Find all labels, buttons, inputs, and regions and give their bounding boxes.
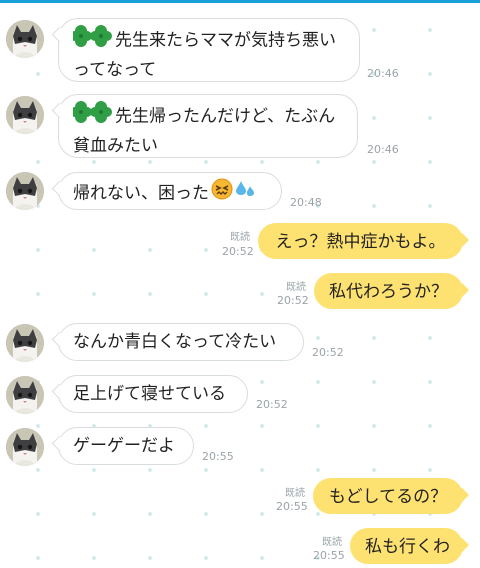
message-text: 帰れない、困った bbox=[73, 183, 209, 204]
message-time: 20:55 bbox=[313, 549, 345, 562]
message-text: 私も行くわ bbox=[365, 537, 450, 557]
read-receipt: 既読 bbox=[285, 488, 305, 499]
message-time: 20:48 bbox=[290, 196, 322, 209]
message-time: 20:46 bbox=[367, 67, 399, 80]
cat-photo-icon bbox=[6, 20, 44, 58]
four-leaf-clover-icon bbox=[70, 100, 113, 133]
message-time: 20:46 bbox=[367, 143, 399, 156]
read-receipt: 既読 bbox=[286, 282, 306, 293]
message-time: 20:52 bbox=[222, 245, 254, 258]
sweat-droplets-icon bbox=[235, 178, 255, 209]
read-receipt: 既読 bbox=[322, 537, 342, 548]
read-receipt: 既読 bbox=[230, 232, 250, 243]
avatar[interactable] bbox=[6, 376, 44, 414]
message-bubble-4[interactable]: えっ？熱中症かもよ。 bbox=[258, 223, 463, 259]
message-text: もどしてるの？ bbox=[328, 487, 448, 507]
avatar[interactable] bbox=[6, 172, 44, 210]
message-bubble-6[interactable]: なんか青白くなって冷たい bbox=[58, 323, 304, 361]
message-text: 私代わろうか？ bbox=[329, 282, 448, 302]
message-text: ってなって bbox=[73, 60, 157, 80]
message-text: ゲーゲーだよ bbox=[73, 436, 175, 456]
message-text: 先生帰ったんだけど、たぶん bbox=[115, 106, 336, 127]
top-accent-bar bbox=[0, 0, 480, 3]
cat-photo-icon bbox=[6, 172, 44, 210]
message-time: 20:52 bbox=[277, 294, 309, 307]
message-bubble-10[interactable]: 私も行くわ bbox=[350, 528, 463, 564]
message-bubble-5[interactable]: 私代わろうか？ bbox=[314, 273, 463, 309]
message-time: 20:52 bbox=[312, 346, 344, 359]
avatar[interactable] bbox=[6, 96, 44, 134]
message-text: 先生来たらママが気持ち悪い bbox=[115, 30, 336, 51]
cat-photo-icon bbox=[6, 96, 44, 134]
message-text: えっ？熱中症かもよ。 bbox=[275, 232, 446, 252]
message-bubble-8[interactable]: ゲーゲーだよ bbox=[58, 427, 194, 465]
four-leaf-clover-icon bbox=[70, 24, 113, 57]
cat-photo-icon bbox=[6, 428, 44, 466]
cat-photo-icon bbox=[6, 376, 44, 414]
message-bubble-9[interactable]: もどしてるの？ bbox=[313, 478, 463, 514]
avatar[interactable] bbox=[6, 428, 44, 466]
message-time: 20:55 bbox=[202, 450, 234, 463]
message-bubble-7[interactable]: 足上げて寝せている bbox=[58, 375, 248, 413]
message-text: なんか青白くなって冷たい bbox=[73, 332, 277, 352]
message-time: 20:52 bbox=[256, 398, 288, 411]
message-time: 20:55 bbox=[276, 500, 308, 513]
avatar[interactable] bbox=[6, 324, 44, 362]
avatar[interactable] bbox=[6, 20, 44, 58]
cat-photo-icon bbox=[6, 324, 44, 362]
message-bubble-1[interactable]: 先生来たらママが気持ち悪い ってなって bbox=[58, 18, 360, 82]
message-text: 貧血みたい bbox=[73, 136, 158, 156]
message-text: 足上げて寝せている bbox=[73, 384, 226, 404]
message-bubble-3[interactable]: 帰れない、困った bbox=[58, 172, 282, 210]
message-bubble-2[interactable]: 先生帰ったんだけど、たぶん 貧血みたい bbox=[58, 94, 358, 158]
confounded-face-icon bbox=[211, 178, 233, 209]
